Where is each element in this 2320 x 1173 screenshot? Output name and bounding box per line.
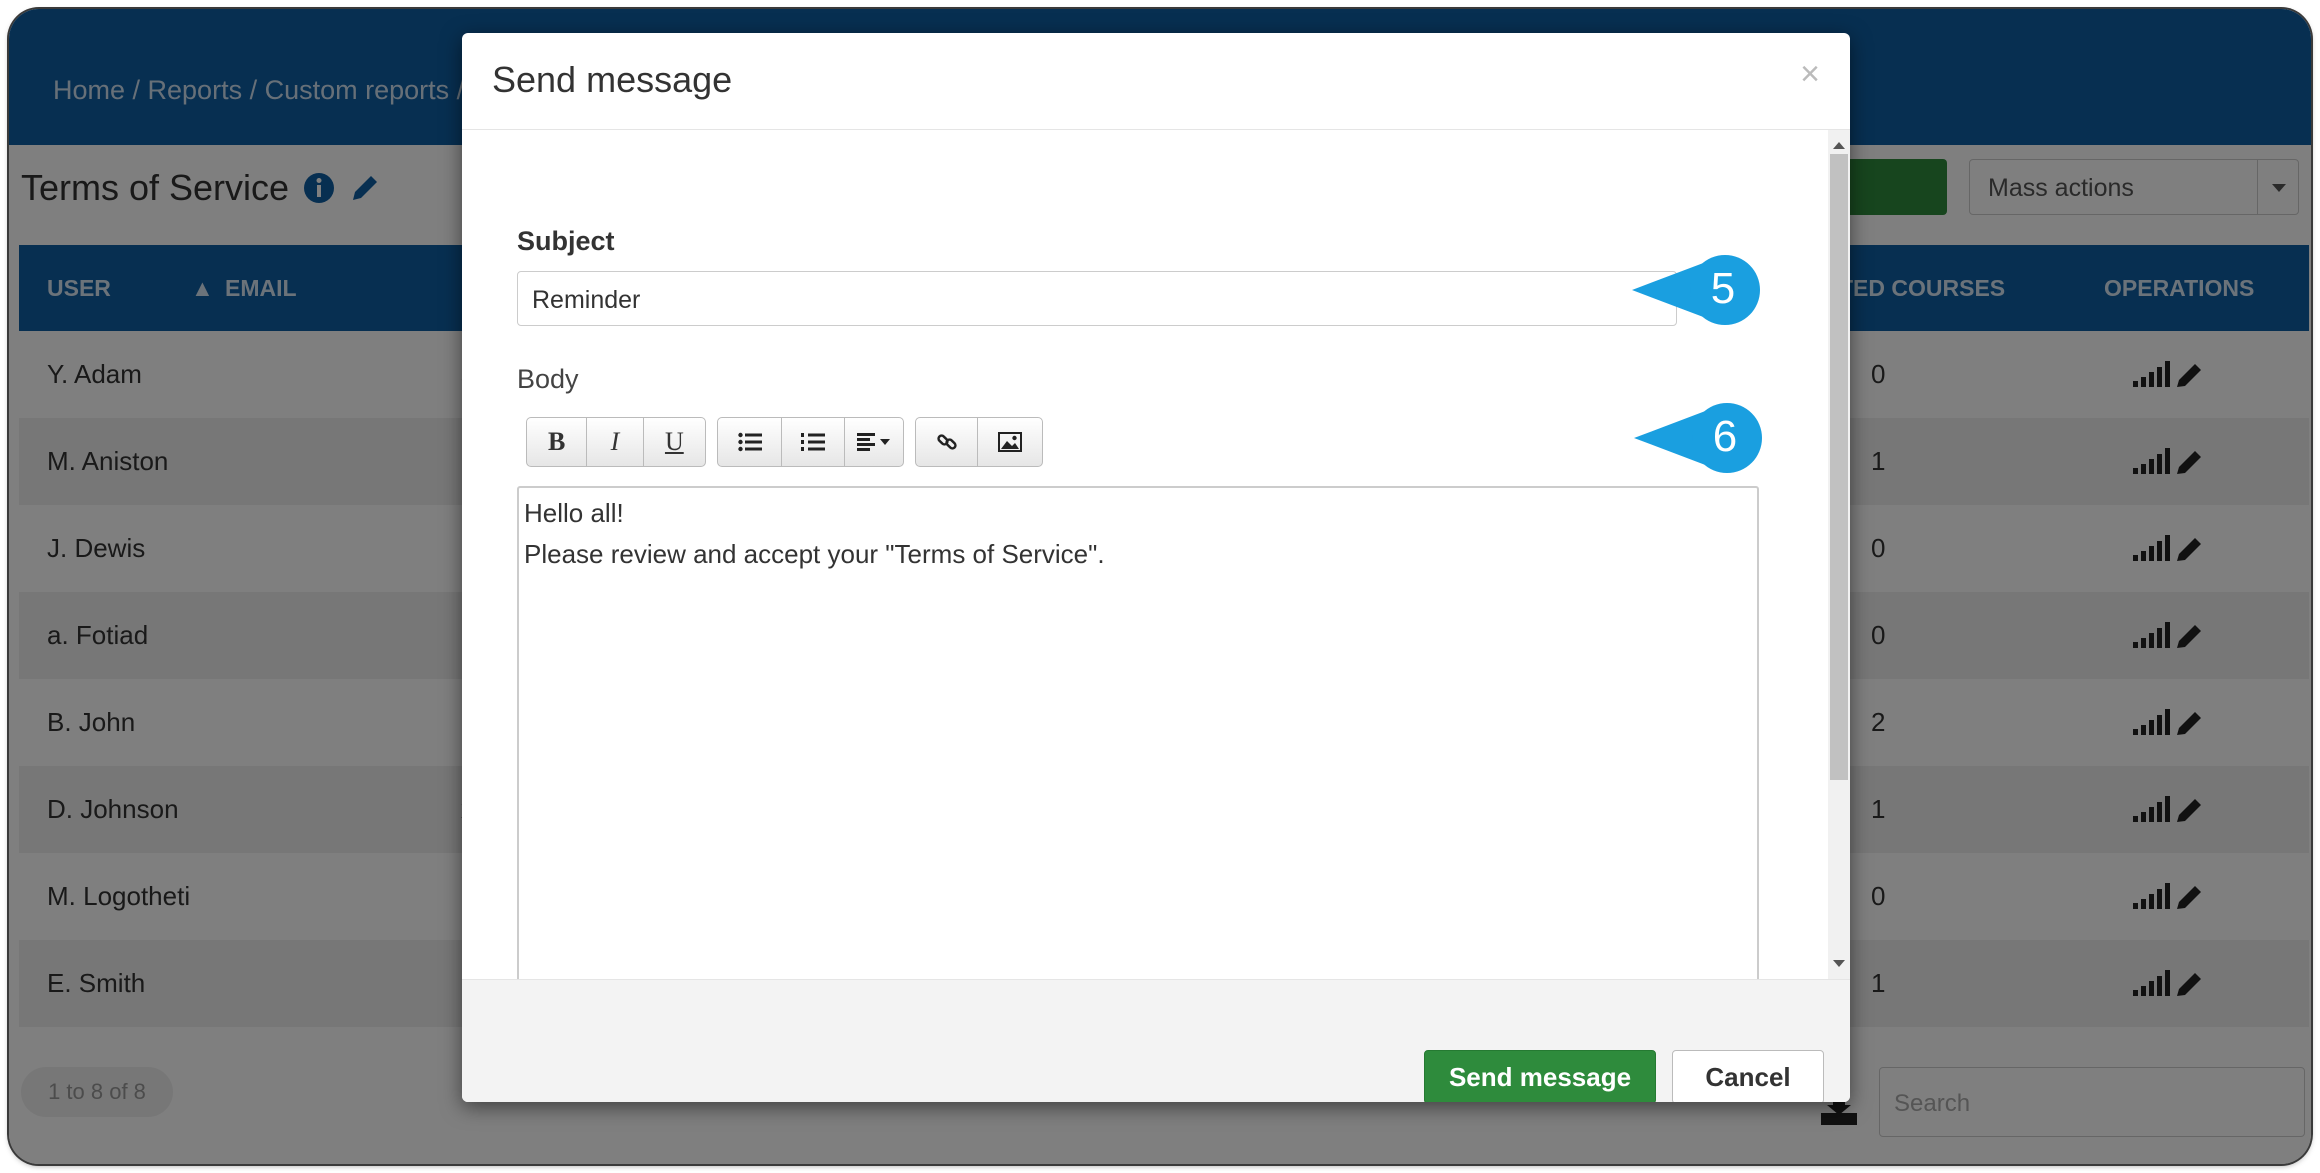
- numbered-list-button[interactable]: [782, 418, 845, 466]
- cancel-button[interactable]: Cancel: [1672, 1050, 1824, 1102]
- dialog-body: Subject Reminder Body B I U Hello all! P…: [462, 130, 1828, 979]
- subject-label: Subject: [517, 226, 615, 256]
- align-left-icon: [856, 433, 890, 451]
- body-label: Body: [517, 364, 579, 394]
- link-button[interactable]: [916, 418, 979, 466]
- callout-5: 5: [1632, 250, 1764, 330]
- callout-number: 5: [1710, 264, 1736, 313]
- body-line: Hello all!: [524, 498, 624, 528]
- underline-button[interactable]: U: [644, 418, 705, 466]
- send-message-dialog: Send message × Subject Reminder Body B I…: [462, 33, 1850, 1102]
- subject-field[interactable]: Reminder: [517, 271, 1677, 326]
- bold-button[interactable]: B: [527, 418, 588, 466]
- send-message-button[interactable]: Send message: [1424, 1050, 1656, 1102]
- scroll-up-arrow-icon[interactable]: [1833, 136, 1845, 149]
- dialog-scrollbar[interactable]: [1828, 130, 1850, 979]
- callout-number: 6: [1712, 412, 1738, 461]
- numbered-list-icon: [800, 433, 825, 451]
- callout-6: 6: [1634, 398, 1766, 478]
- dialog-header: Send message ×: [462, 33, 1850, 130]
- dialog-footer: Send message Cancel: [462, 979, 1850, 1102]
- align-dropdown-button[interactable]: [845, 418, 903, 466]
- subject-value: Reminder: [532, 286, 641, 314]
- message-body-editor[interactable]: Hello all! Please review and accept your…: [517, 486, 1759, 979]
- close-icon[interactable]: ×: [1800, 55, 1820, 94]
- image-button[interactable]: [978, 418, 1042, 466]
- image-icon: [998, 432, 1023, 452]
- bullet-list-icon: [737, 432, 762, 452]
- dialog-title: Send message: [492, 59, 733, 100]
- format-group: B I U: [526, 417, 706, 467]
- bullet-list-button[interactable]: [718, 418, 783, 466]
- list-group: [717, 417, 904, 467]
- italic-button[interactable]: I: [587, 418, 644, 466]
- scrollbar-thumb[interactable]: [1830, 154, 1848, 780]
- insert-group: [915, 417, 1043, 467]
- body-line: Please review and accept your "Terms of …: [524, 539, 1105, 569]
- link-icon: [936, 434, 957, 450]
- scroll-down-arrow-icon[interactable]: [1833, 960, 1845, 973]
